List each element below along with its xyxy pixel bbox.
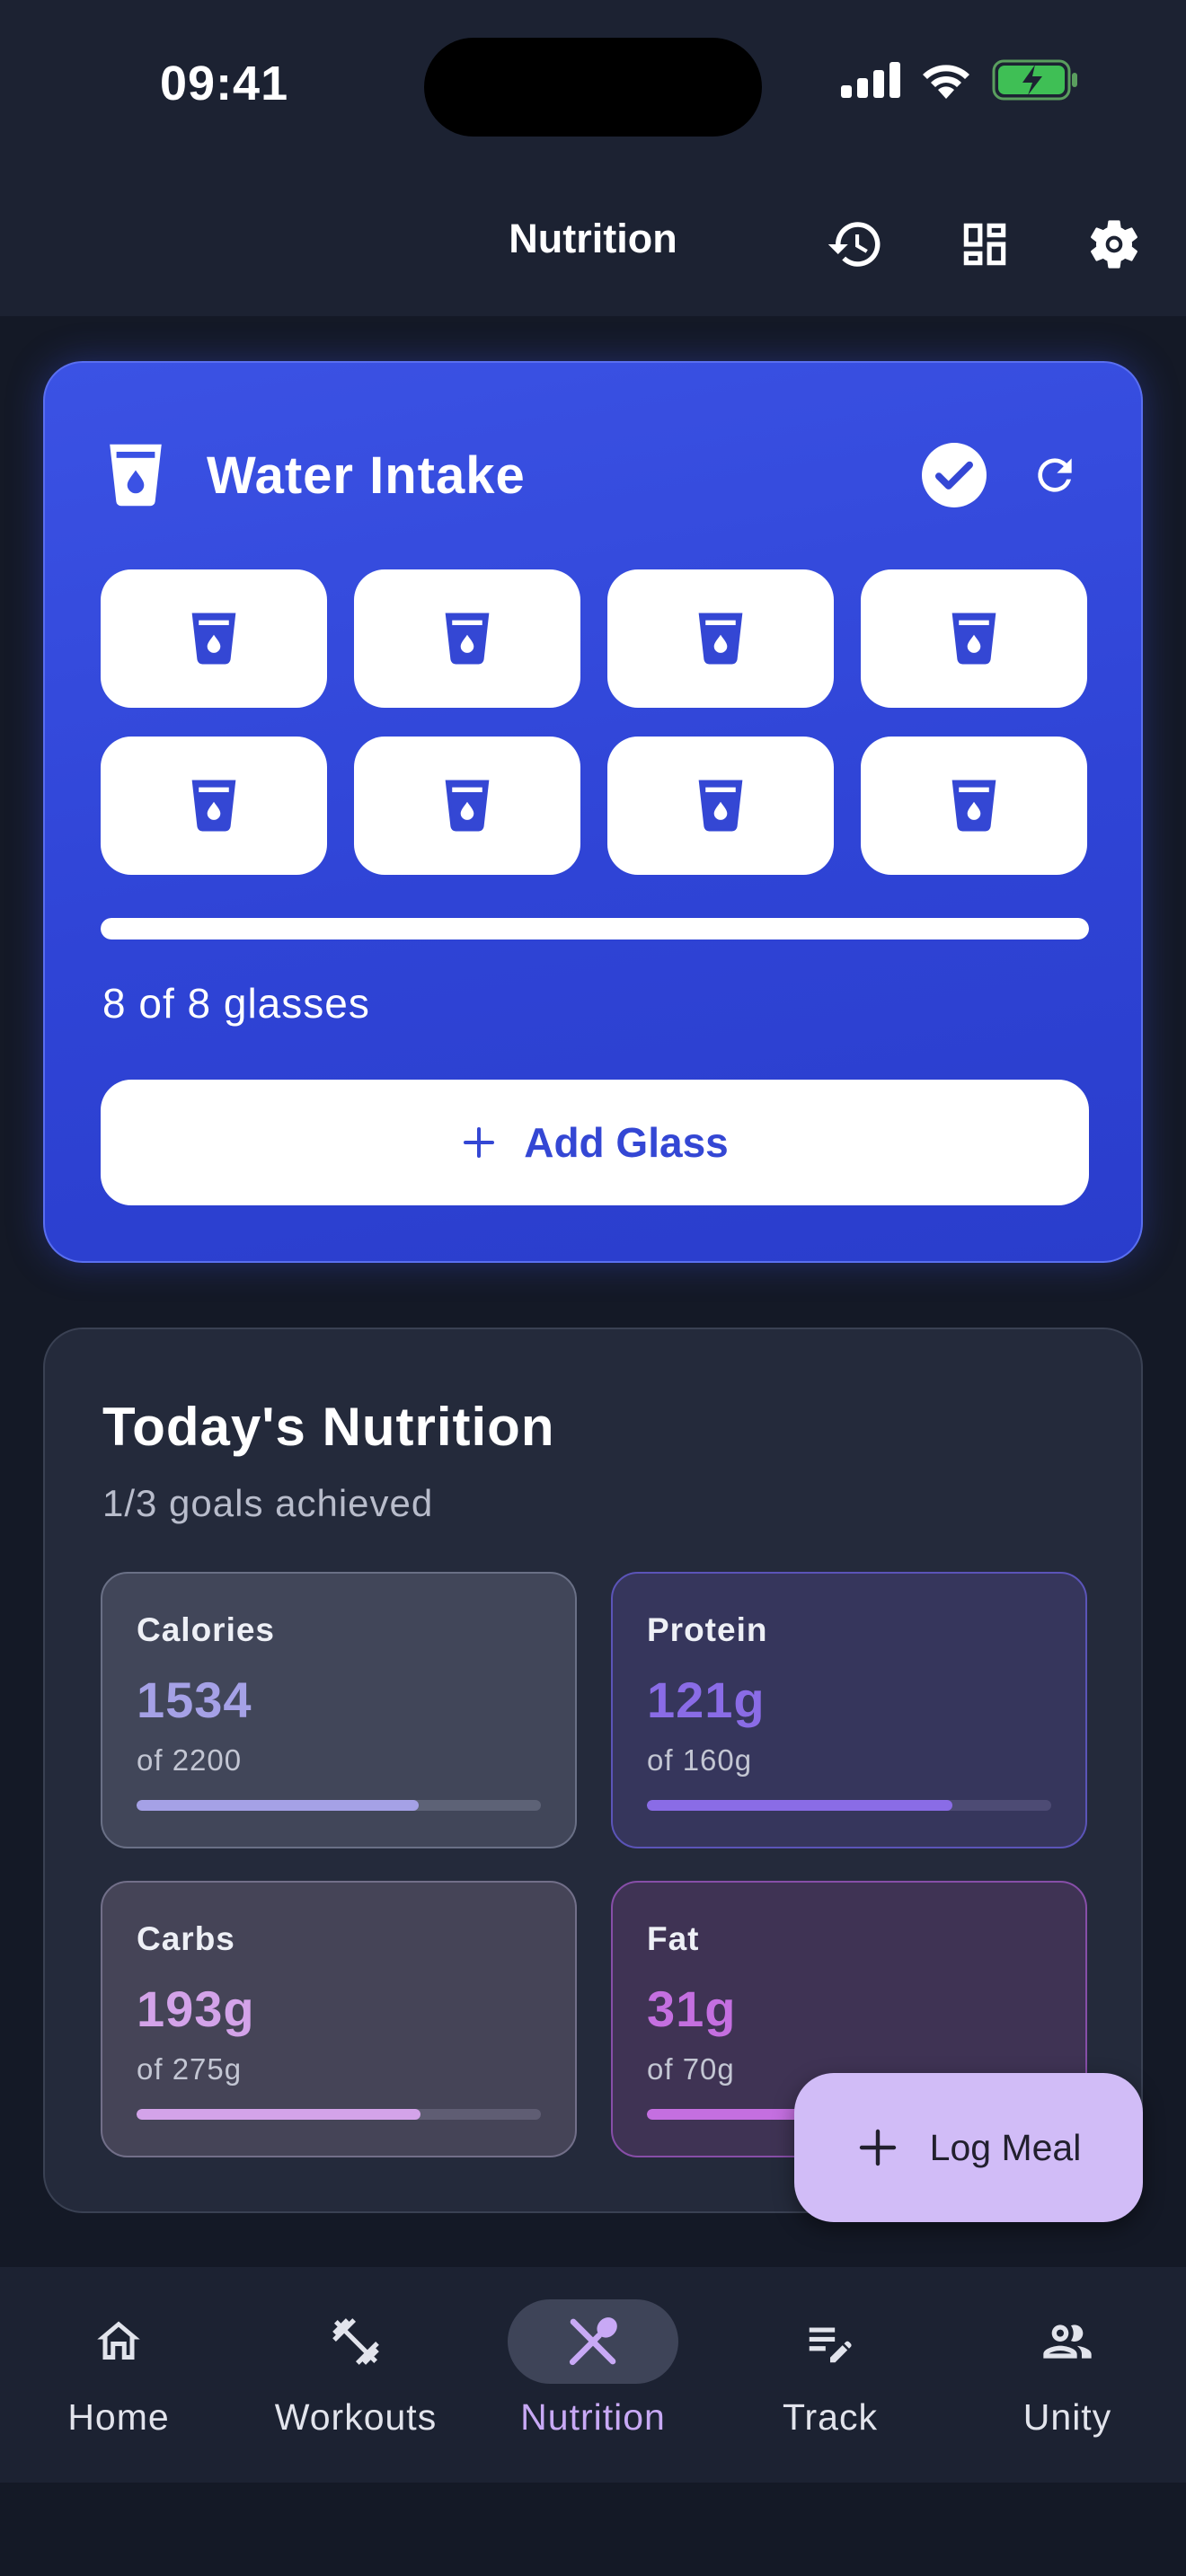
water-glass-button[interactable] (861, 569, 1087, 708)
water-card-title: Water Intake (207, 446, 526, 505)
plus-icon (464, 1127, 495, 1158)
dynamic-island (424, 38, 762, 137)
nav-item-track[interactable]: Track (712, 2267, 949, 2483)
water-glass-icon (698, 613, 743, 665)
macro-label: Fat (647, 1920, 700, 1957)
water-progress-fill (101, 918, 1089, 940)
water-glass-icon (445, 780, 490, 832)
reset-refresh-icon[interactable] (1030, 450, 1080, 500)
nav-item-home[interactable]: Home (0, 2267, 237, 2483)
add-glass-label: Add Glass (524, 1119, 729, 1166)
nutrition-card-title: Today's Nutrition (102, 1397, 555, 1457)
macro-goal: of 275g (137, 2052, 243, 2086)
macro-value: 121g (647, 1672, 766, 1728)
utensils-icon (569, 2317, 617, 2366)
people-icon (1043, 2325, 1092, 2359)
bottom-navigation: Home Workouts Nutrition Track Unity (0, 2267, 1186, 2483)
water-glass-button[interactable] (101, 737, 327, 875)
app-screen: 09:41 Nutrition Water Intake 8 of 8 glas… (0, 0, 1186, 2576)
water-count-text: 8 of 8 glasses (102, 980, 370, 1027)
nav-label: Track (783, 2396, 878, 2438)
top-header: 09:41 Nutrition (0, 0, 1186, 316)
nav-label: Nutrition (520, 2396, 666, 2438)
water-glass-icon (951, 613, 996, 665)
water-intake-card: Water Intake 8 of 8 glasses Add Glass (43, 361, 1143, 1263)
settings-button[interactable] (1078, 208, 1150, 280)
app-bar-actions (819, 208, 1150, 280)
water-glass-button[interactable] (861, 737, 1087, 875)
macro-protein-tile[interactable]: Protein 121g of 160g (611, 1572, 1087, 1848)
add-glass-button[interactable]: Add Glass (101, 1080, 1089, 1205)
water-glass-button[interactable] (101, 569, 327, 708)
macro-value: 31g (647, 1981, 737, 2037)
dumbbell-icon (332, 2318, 379, 2365)
macro-progress-fill (137, 2109, 420, 2120)
nav-label: Workouts (274, 2396, 438, 2438)
water-glass-icon (951, 780, 996, 832)
water-glass-button[interactable] (354, 737, 580, 875)
nav-item-nutrition[interactable]: Nutrition (474, 2267, 712, 2483)
macro-label: Carbs (137, 1920, 235, 1957)
macro-progress-fill (137, 1800, 419, 1811)
nav-label: Unity (1022, 2396, 1112, 2438)
macro-progress-bar (647, 1800, 1051, 1811)
water-card-actions (922, 443, 1080, 507)
macro-calories-tile[interactable]: Calories 1534 of 2200 (101, 1572, 577, 1848)
macro-label: Protein (647, 1611, 768, 1648)
macro-goal: of 2200 (137, 1743, 243, 1777)
edit-note-icon (809, 2327, 852, 2363)
nav-item-workouts[interactable]: Workouts (237, 2267, 474, 2483)
water-glass-button[interactable] (354, 569, 580, 708)
macro-value: 193g (137, 1981, 255, 2037)
log-meal-fab[interactable]: Log Meal (794, 2073, 1143, 2222)
water-glass-button[interactable] (607, 569, 834, 708)
water-glass-icon (110, 444, 162, 507)
battery-charging-icon (992, 59, 1077, 101)
water-glass-icon (191, 780, 236, 832)
history-button[interactable] (819, 208, 891, 280)
macro-goal: of 160g (647, 1743, 753, 1777)
water-glass-button[interactable] (607, 737, 834, 875)
macro-progress-fill (647, 1800, 953, 1811)
status-icons (841, 59, 1078, 101)
history-icon (828, 222, 881, 267)
macro-value: 1534 (137, 1672, 252, 1728)
home-icon (97, 2321, 140, 2360)
macro-progress-bar (137, 2109, 541, 2120)
water-glass-icon (445, 613, 490, 665)
log-meal-label: Log Meal (929, 2126, 1082, 2168)
macro-progress-bar (137, 1800, 541, 1811)
macro-carbs-tile[interactable]: Carbs 193g of 275g (101, 1881, 577, 2157)
nutrition-card-subtitle: 1/3 goals achieved (102, 1482, 434, 1524)
glass-grid (101, 569, 1089, 875)
macro-label: Calories (137, 1611, 276, 1648)
plus-icon (859, 2129, 896, 2166)
wifi-icon (923, 65, 969, 99)
water-glass-icon (698, 780, 743, 832)
dashboard-icon (963, 223, 1006, 266)
water-card-header: Water Intake (106, 435, 1080, 516)
signal-icon (841, 62, 900, 98)
goal-complete-check-icon[interactable] (922, 443, 987, 507)
dashboard-button[interactable] (949, 208, 1021, 280)
water-glass-icon (191, 613, 236, 665)
nav-item-unity[interactable]: Unity (949, 2267, 1186, 2483)
settings-icon (1091, 220, 1137, 269)
nav-label: Home (67, 2396, 170, 2438)
water-progress-bar (101, 918, 1089, 940)
status-time: 09:41 (160, 57, 289, 110)
